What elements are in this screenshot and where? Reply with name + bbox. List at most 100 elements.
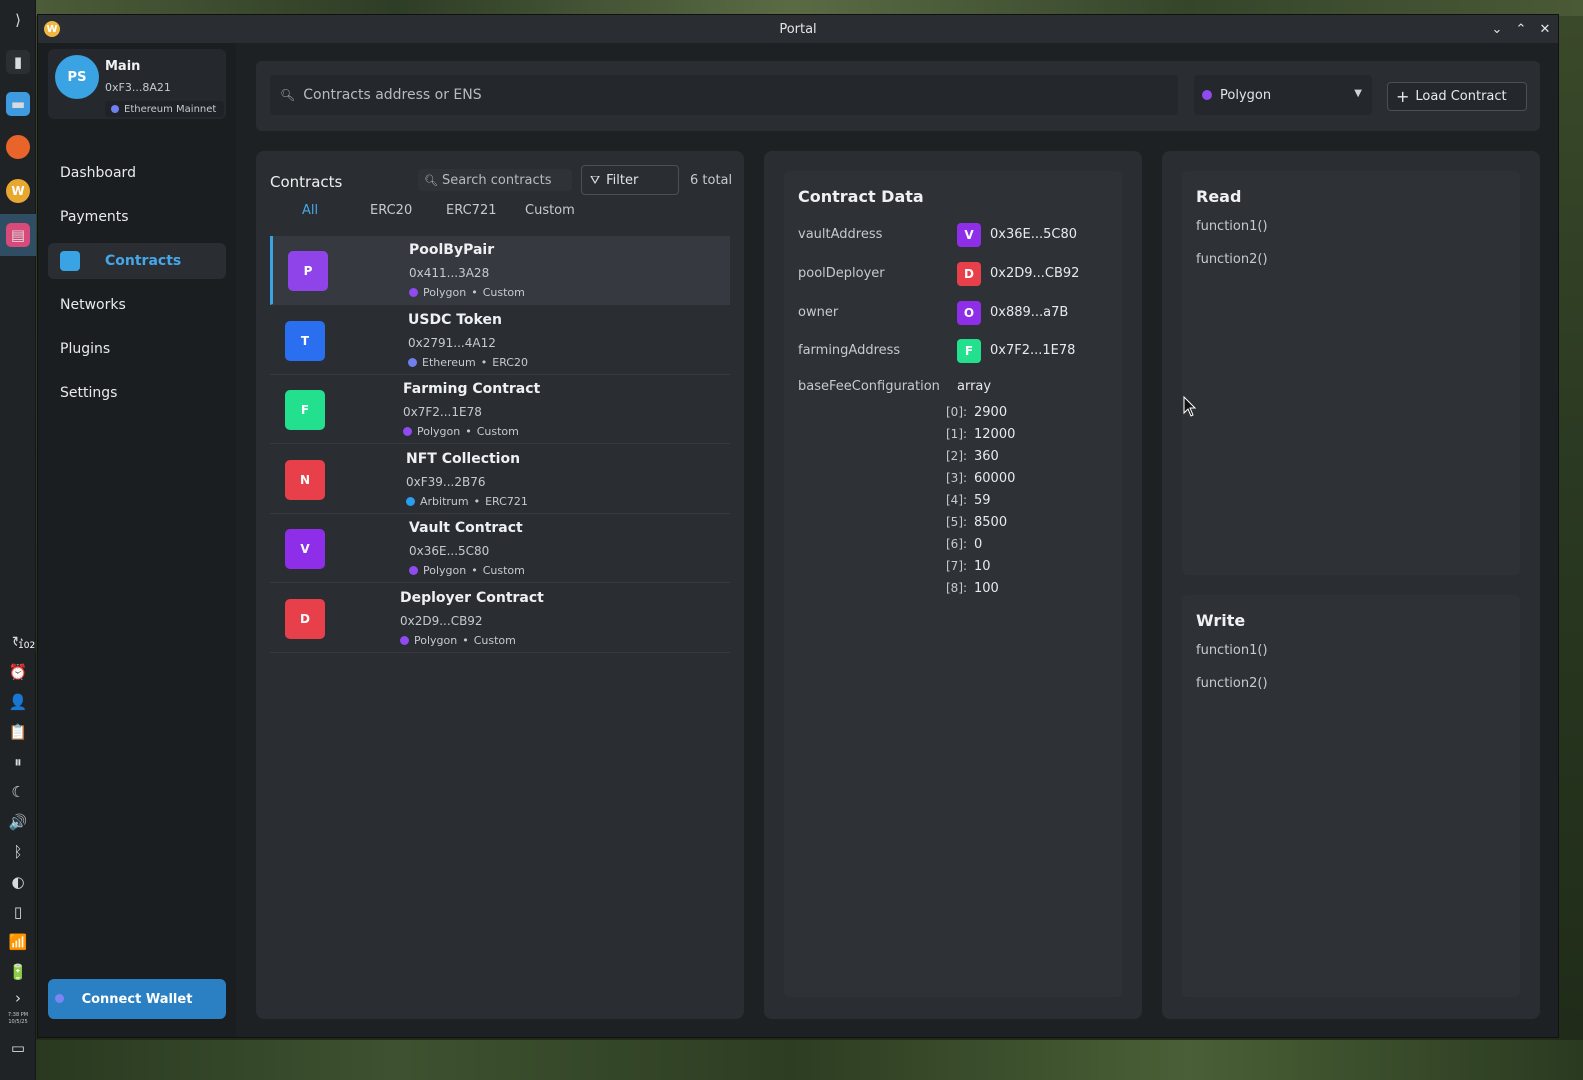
field-type: array xyxy=(957,379,992,394)
contract-row[interactable]: D Deployer Contract 0x2D9...CB92 Polygon… xyxy=(270,584,730,653)
contract-meta: Polygon • Custom xyxy=(409,564,525,577)
nav-plugins[interactable]: Plugins xyxy=(48,331,226,367)
filter-button[interactable]: ⛛ Filter xyxy=(581,165,679,195)
account-network-badge: Ethereum Mainnet xyxy=(105,101,225,117)
tab-erc20[interactable]: ERC20 xyxy=(370,203,412,218)
contract-name: Deployer Contract xyxy=(400,590,544,606)
close-icon[interactable]: ✕ xyxy=(1536,20,1554,38)
volume-icon[interactable]: 🔊 xyxy=(6,810,30,834)
separator-dot: • xyxy=(465,425,472,438)
night-mode-icon[interactable]: ☾ xyxy=(6,780,30,804)
nav-label: Plugins xyxy=(60,341,111,357)
array-index: [7]: xyxy=(946,559,968,573)
file-manager-icon[interactable]: ▬ xyxy=(6,92,30,116)
wifi-icon[interactable]: 📶 xyxy=(6,930,30,954)
contract-network: Polygon xyxy=(417,425,461,438)
write-function-item[interactable]: function1() xyxy=(1196,643,1268,658)
network-dot-icon xyxy=(408,358,417,367)
network-select[interactable]: Polygon ▼ xyxy=(1194,75,1372,115)
field-key: baseFeeConfiguration xyxy=(798,379,940,394)
user-icon[interactable]: 👤 xyxy=(6,690,30,714)
pause-icon[interactable]: ⏸ xyxy=(6,750,30,774)
dropdown-caret-icon: ▼ xyxy=(1354,88,1362,99)
contract-avatar: V xyxy=(285,529,325,569)
alarm-icon[interactable]: ⏰ xyxy=(6,660,30,684)
contract-address: 0x7F2...1E78 xyxy=(403,405,482,419)
minimize-icon[interactable]: ⌄ xyxy=(1488,20,1506,38)
contract-search-field[interactable]: 🔍︎ xyxy=(270,75,1178,115)
tab-custom[interactable]: Custom xyxy=(525,203,575,218)
nav-dashboard[interactable]: Dashboard xyxy=(48,155,226,191)
window-titlebar[interactable]: W Portal ⌄ ⌃ ✕ xyxy=(38,15,1558,43)
contract-meta: Ethereum • ERC20 xyxy=(408,356,528,369)
nav-contracts[interactable]: Contracts xyxy=(48,243,226,279)
functions-panel: Read function1() function2() Write funct… xyxy=(1162,151,1540,1019)
read-function-item[interactable]: function2() xyxy=(1196,252,1268,267)
search-icon: 🔍︎ xyxy=(424,173,438,187)
contracts-search-placeholder: Search contracts xyxy=(441,172,552,188)
show-desktop-icon[interactable]: ▭ xyxy=(6,1036,30,1060)
read-title: Read xyxy=(1196,187,1242,206)
contracts-search-field[interactable]: 🔍︎ Search contracts xyxy=(418,169,572,191)
read-function-item[interactable]: function1() xyxy=(1196,219,1268,234)
nav-payments[interactable]: Payments xyxy=(48,199,226,235)
array-index: [4]: xyxy=(946,493,968,507)
field-value[interactable]: 0x7F2...1E78 xyxy=(990,343,1075,358)
terminal-icon[interactable]: ▮ xyxy=(6,50,30,74)
write-function-item[interactable]: function2() xyxy=(1196,676,1268,691)
array-index: [2]: xyxy=(946,449,968,463)
contract-avatar: P xyxy=(288,251,328,291)
contract-data-panel: Contract Data vaultAddress V 0x36E...5C8… xyxy=(764,151,1142,1019)
nav-networks[interactable]: Networks xyxy=(48,287,226,323)
account-name: Main xyxy=(105,59,141,74)
field-value[interactable]: 0x889...a7B xyxy=(990,305,1068,320)
tab-erc721[interactable]: ERC721 xyxy=(446,203,497,218)
contract-search-input[interactable] xyxy=(303,87,1124,103)
browser-icon[interactable] xyxy=(6,135,30,159)
nav-settings[interactable]: Settings xyxy=(48,375,226,411)
load-contract-button[interactable]: + Load Contract xyxy=(1387,82,1527,111)
contract-row[interactable]: F Farming Contract 0x7F2...1E78 Polygon … xyxy=(270,375,730,444)
array-value: 360 xyxy=(974,449,999,464)
contract-network: Arbitrum xyxy=(420,495,469,508)
field-value[interactable]: 0x36E...5C80 xyxy=(990,227,1077,242)
contracts-total: 6 total xyxy=(690,173,733,188)
clock[interactable]: 7:38 PM 10/5/25 xyxy=(2,1012,34,1026)
bluetooth-icon[interactable]: ᛒ xyxy=(6,840,30,864)
account-address: 0xF3...8A21 xyxy=(105,81,171,94)
device-icon[interactable]: ▯ xyxy=(6,900,30,924)
contract-row[interactable]: T USDC Token 0x2791...4A12 Ethereum • ER… xyxy=(270,306,730,375)
maximize-icon[interactable]: ⌃ xyxy=(1512,20,1530,38)
separator-dot: • xyxy=(471,564,478,577)
expand-tray-icon[interactable]: › xyxy=(6,986,30,1010)
launcher-icon[interactable]: ⟩ xyxy=(6,8,30,32)
connect-wallet-button[interactable]: Connect Wallet xyxy=(48,979,226,1019)
contract-network: Polygon xyxy=(423,286,467,299)
contract-row[interactable]: N NFT Collection 0xF39...2B76 Arbitrum •… xyxy=(270,445,730,514)
sidebar: PS Main 0xF3...8A21 Ethereum Mainnet Das… xyxy=(38,43,236,1037)
contract-type: ERC721 xyxy=(485,495,528,508)
field-value[interactable]: 0x2D9...CB92 xyxy=(990,266,1079,281)
account-card[interactable]: PS Main 0xF3...8A21 Ethereum Mainnet xyxy=(48,49,226,119)
network-dot-icon xyxy=(409,566,418,575)
wallet-app-icon[interactable]: W xyxy=(6,179,30,203)
clipboard-icon[interactable]: 📋 xyxy=(6,720,30,744)
portal-window: W Portal ⌄ ⌃ ✕ PS Main 0xF3...8A21 Ether… xyxy=(37,14,1559,1038)
contract-row[interactable]: P PoolByPair 0x411...3A28 Polygon • Cust… xyxy=(270,236,730,305)
array-value: 2900 xyxy=(974,405,1008,420)
read-functions-card: Read function1() function2() xyxy=(1182,171,1520,575)
kde-connect-icon[interactable]: ◐ xyxy=(6,870,30,894)
main-content: 🔍︎ Polygon ▼ + Load Contract Contracts 🔍… xyxy=(236,43,1558,1037)
contract-type: Custom xyxy=(473,634,516,647)
search-icon: 🔍︎ xyxy=(280,88,296,102)
battery-icon[interactable]: 🔋 xyxy=(6,960,30,984)
tab-all[interactable]: All xyxy=(302,203,318,218)
contract-row[interactable]: V Vault Contract 0x36E...5C80 Polygon • … xyxy=(270,514,730,583)
portal-app-icon[interactable]: ▤ xyxy=(6,223,30,247)
contract-name: NFT Collection xyxy=(406,451,521,467)
top-search-bar: 🔍︎ Polygon ▼ + Load Contract xyxy=(256,61,1540,131)
clock-date: 10/5/25 xyxy=(8,1019,28,1025)
array-index: [1]: xyxy=(946,427,968,441)
array-value: 8500 xyxy=(974,515,1008,530)
contract-meta: Polygon • Custom xyxy=(403,425,519,438)
